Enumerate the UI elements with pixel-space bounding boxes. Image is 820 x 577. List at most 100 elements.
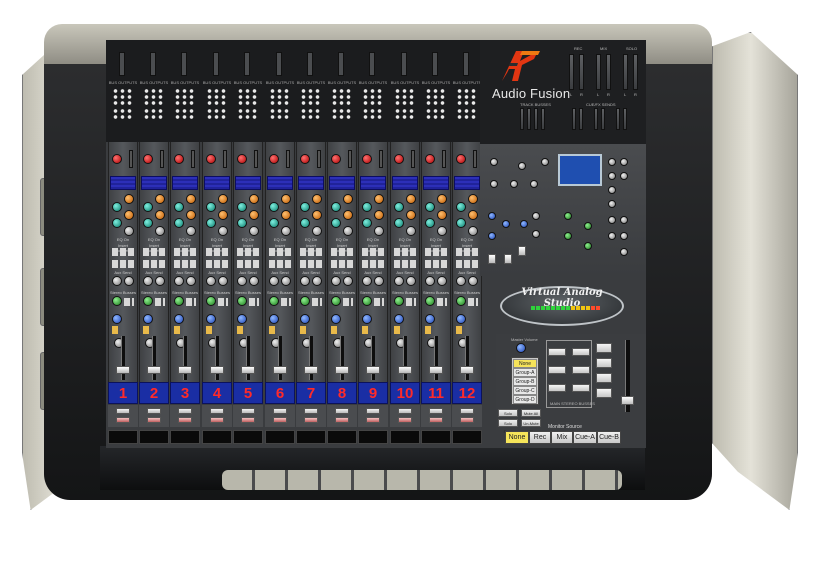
pan-knob[interactable]: [362, 314, 372, 324]
eq-high-mid-knob[interactable]: [112, 202, 122, 212]
bus-assign-buttons[interactable]: [425, 88, 447, 106]
pre-eq-buttons[interactable]: [456, 260, 478, 268]
input-gain-knob[interactable]: [456, 154, 466, 164]
bus-send-buttons[interactable]: [362, 108, 384, 120]
mute-toggle[interactable]: [206, 326, 212, 334]
eq-mid-knob[interactable]: [406, 210, 416, 220]
solo-save-button[interactable]: Solo Save: [498, 419, 518, 434]
bus-assign-buttons[interactable]: [112, 88, 134, 106]
bus-assign-buttons[interactable]: [269, 88, 291, 106]
stereo-bus-buttons[interactable]: [468, 298, 478, 306]
eq-low-knob[interactable]: [124, 226, 134, 236]
input-gain-knob[interactable]: [394, 154, 404, 164]
eq-high-knob[interactable]: [249, 194, 259, 204]
eq-low-mid-knob[interactable]: [331, 218, 341, 228]
eq-high-mid-knob[interactable]: [237, 202, 247, 212]
channel-fader[interactable]: [273, 366, 287, 374]
aux-send-knob-2[interactable]: [218, 276, 228, 286]
bus-assign-buttons[interactable]: [174, 88, 196, 106]
mute-toggle[interactable]: [237, 326, 243, 334]
insert-buttons[interactable]: [143, 248, 165, 256]
master-effect-knob-16[interactable]: [520, 220, 528, 228]
eq-low-knob[interactable]: [406, 226, 416, 236]
stereo-bus-buttons[interactable]: [343, 298, 353, 306]
aux-send-knob-1[interactable]: [300, 276, 310, 286]
eq-low-knob[interactable]: [249, 226, 259, 236]
insert-buttons[interactable]: [237, 248, 259, 256]
stereo-send-knob[interactable]: [206, 296, 216, 306]
master-switch-1[interactable]: [488, 254, 496, 264]
bus-assign-buttons[interactable]: [300, 88, 322, 106]
insert-buttons[interactable]: [300, 248, 322, 256]
master-effect-knob-23[interactable]: [608, 216, 616, 224]
pre-eq-buttons[interactable]: [425, 260, 447, 268]
mute-toggle[interactable]: [300, 326, 306, 334]
master-effect-knob-9[interactable]: [608, 186, 616, 194]
mute-toggle[interactable]: [394, 326, 400, 334]
bus-assign-buttons[interactable]: [362, 88, 384, 106]
mute-toggle[interactable]: [456, 326, 462, 334]
eq-low-mid-knob[interactable]: [269, 218, 279, 228]
aux-send-knob-2[interactable]: [124, 276, 134, 286]
stereo-send-knob[interactable]: [143, 296, 153, 306]
stereo-send-knob[interactable]: [269, 296, 279, 306]
mute-button[interactable]: [241, 417, 255, 423]
solo-button[interactable]: [429, 408, 443, 414]
aux-send-knob-1[interactable]: [425, 276, 435, 286]
bus-send-buttons[interactable]: [300, 108, 322, 120]
route-button-4[interactable]: [572, 366, 590, 374]
mute-button[interactable]: [429, 417, 443, 423]
eq-mid-knob[interactable]: [374, 210, 384, 220]
pan-knob[interactable]: [394, 314, 404, 324]
input-gain-knob[interactable]: [425, 154, 435, 164]
eq-high-knob[interactable]: [312, 194, 322, 204]
master-effect-knob-21[interactable]: [584, 222, 592, 230]
route-button-6[interactable]: [572, 384, 590, 392]
eq-mid-knob[interactable]: [186, 210, 196, 220]
insert-buttons[interactable]: [394, 248, 416, 256]
master-effect-knob-19[interactable]: [564, 212, 572, 220]
bus-send-buttons[interactable]: [237, 108, 259, 120]
master-effect-knob-5[interactable]: [510, 180, 518, 188]
eq-low-mid-knob[interactable]: [362, 218, 372, 228]
aux-send-knob-2[interactable]: [343, 276, 353, 286]
stereo-send-knob[interactable]: [394, 296, 404, 306]
solo-button[interactable]: [178, 408, 192, 414]
bus-send-buttons[interactable]: [425, 108, 447, 120]
aux-send-knob-1[interactable]: [143, 276, 153, 286]
pan-knob[interactable]: [143, 314, 153, 324]
master-effect-knob-14[interactable]: [502, 220, 510, 228]
input-gain-knob[interactable]: [143, 154, 153, 164]
stereo-bus-buttons[interactable]: [281, 298, 291, 306]
route-side-button-4[interactable]: [596, 388, 612, 398]
monitor-none-button[interactable]: None: [505, 431, 529, 444]
master-effect-knob-6[interactable]: [530, 180, 538, 188]
aux-send-knob-2[interactable]: [281, 276, 291, 286]
mute-button[interactable]: [210, 417, 224, 423]
aux-send-knob-1[interactable]: [174, 276, 184, 286]
mute-toggle[interactable]: [331, 326, 337, 334]
bus-assign-buttons[interactable]: [237, 88, 259, 106]
stereo-send-knob[interactable]: [174, 296, 184, 306]
stereo-send-knob[interactable]: [425, 296, 435, 306]
insert-buttons[interactable]: [112, 248, 134, 256]
route-side-button-3[interactable]: [596, 373, 612, 383]
route-side-button-1[interactable]: [596, 343, 612, 353]
eq-low-knob[interactable]: [343, 226, 353, 236]
input-gain-knob[interactable]: [300, 154, 310, 164]
eq-mid-knob[interactable]: [155, 210, 165, 220]
insert-buttons[interactable]: [269, 248, 291, 256]
eq-low-knob[interactable]: [312, 226, 322, 236]
pre-eq-buttons[interactable]: [300, 260, 322, 268]
bus-send-buttons[interactable]: [112, 108, 134, 120]
master-effect-knob-10[interactable]: [608, 200, 616, 208]
stereo-bus-buttons[interactable]: [155, 298, 165, 306]
bus-send-buttons[interactable]: [143, 108, 165, 120]
input-gain-knob[interactable]: [174, 154, 184, 164]
master-effect-knob-25[interactable]: [620, 216, 628, 224]
aux-send-knob-1[interactable]: [237, 276, 247, 286]
eq-low-mid-knob[interactable]: [143, 218, 153, 228]
mute-toggle[interactable]: [269, 326, 275, 334]
eq-high-knob[interactable]: [218, 194, 228, 204]
channel-fader[interactable]: [210, 366, 224, 374]
